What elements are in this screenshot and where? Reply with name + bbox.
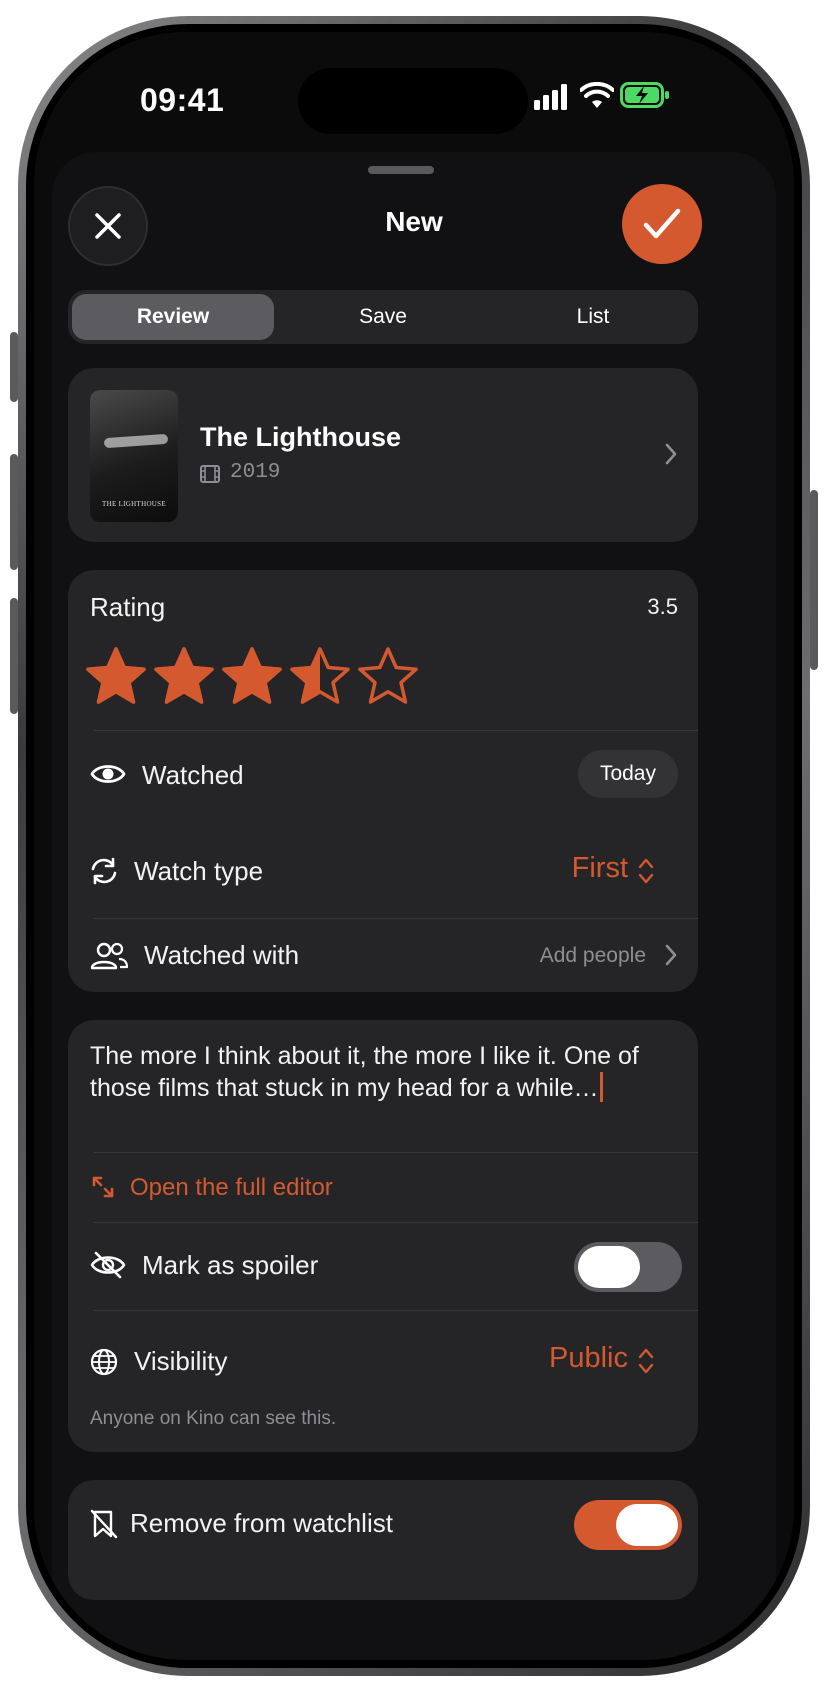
eye-slash-icon <box>90 1251 126 1279</box>
details-card: Rating 3.5 Watched Today Watch type Firs… <box>68 570 698 992</box>
tab-review[interactable]: Review <box>72 294 274 340</box>
star-rating[interactable] <box>84 644 444 708</box>
chevron-right-icon <box>665 944 677 966</box>
rewatch-icon <box>91 857 117 885</box>
chevron-up-down-icon <box>638 1348 654 1374</box>
film-icon <box>200 465 220 483</box>
review-card: The more I think about it, the more I li… <box>68 1020 698 1452</box>
star-3-icon[interactable] <box>220 646 284 706</box>
visibility-label: Visibility <box>134 1346 228 1376</box>
watchlist-label: Remove from watchlist <box>130 1508 393 1538</box>
star-5-icon[interactable] <box>356 646 420 706</box>
action-button <box>10 332 18 402</box>
film-card[interactable]: THE LIGHTHOUSE The Lighthouse 2019 <box>68 368 698 542</box>
people-icon <box>90 942 128 970</box>
spoiler-toggle[interactable] <box>574 1242 682 1292</box>
visibility-value[interactable]: Public <box>549 1342 628 1375</box>
star-2-icon[interactable] <box>152 646 216 706</box>
checkmark-icon <box>643 208 681 239</box>
watchlist-card: Remove from watchlist <box>68 1480 698 1600</box>
dynamic-island <box>298 68 528 134</box>
spoiler-label: Mark as spoiler <box>142 1250 319 1280</box>
chevron-up-down-icon <box>638 858 654 884</box>
watched-row[interactable]: Watched Today <box>68 730 698 822</box>
battery-charging-icon <box>620 82 669 108</box>
globe-icon <box>90 1348 118 1376</box>
watch-type-value[interactable]: First <box>572 852 628 885</box>
text-cursor <box>599 1072 603 1102</box>
mode-segmented-control: Review Save List <box>68 290 698 344</box>
toggle-knob <box>616 1504 678 1546</box>
film-year: 2019 <box>230 461 281 484</box>
bookmark-slash-icon <box>90 1509 118 1539</box>
status-time: 09:41 <box>140 82 225 118</box>
review-text: The more I think about it, the more I li… <box>90 1042 639 1102</box>
confirm-button[interactable] <box>622 184 702 264</box>
cellular-signal-icon <box>534 84 567 110</box>
tab-list[interactable]: List <box>492 294 694 340</box>
watch-type-row[interactable]: Watch type First <box>68 822 698 918</box>
volume-up-button <box>10 454 18 570</box>
rating-label: Rating <box>90 592 166 622</box>
tab-save[interactable]: Save <box>282 294 484 340</box>
spoiler-row: Mark as spoiler <box>68 1222 698 1310</box>
chevron-right-icon <box>665 443 677 465</box>
toggle-knob <box>578 1246 640 1288</box>
open-full-editor-label: Open the full editor <box>130 1174 333 1201</box>
film-title: The Lighthouse <box>200 422 401 452</box>
review-text-area[interactable]: The more I think about it, the more I li… <box>90 1040 680 1104</box>
add-people-link[interactable]: Add people <box>540 944 646 968</box>
eye-icon <box>90 765 126 783</box>
watchlist-toggle[interactable] <box>574 1500 682 1550</box>
poster-title: THE LIGHTHOUSE <box>102 500 166 508</box>
new-entry-sheet: New Review Save List THE LIGHTHOUSE The … <box>52 152 776 1660</box>
rating-value: 3.5 <box>647 594 678 619</box>
watch-type-label: Watch type <box>134 856 264 886</box>
wifi-icon <box>580 82 614 108</box>
power-button <box>810 490 818 670</box>
star-4-icon[interactable] <box>288 646 352 706</box>
film-poster: THE LIGHTHOUSE <box>90 390 178 522</box>
watched-label: Watched <box>142 760 244 790</box>
visibility-row[interactable]: Visibility Public Anyone on Kino can see… <box>68 1310 698 1452</box>
sheet-grabber[interactable] <box>368 166 434 174</box>
watched-with-label: Watched with <box>144 940 300 970</box>
visibility-note: Anyone on Kino can see this. <box>90 1408 337 1429</box>
poster-light-beam <box>103 433 169 449</box>
screen: 09:41 New Review Save List THE LIGHTHOUS… <box>34 32 794 1660</box>
star-1-icon[interactable] <box>84 646 148 706</box>
watched-date-button[interactable]: Today <box>577 750 678 798</box>
expand-icon <box>92 1176 114 1198</box>
volume-down-button <box>10 598 18 714</box>
watched-with-row[interactable]: Watched with Add people <box>68 918 698 992</box>
open-full-editor-button[interactable]: Open the full editor <box>68 1152 698 1222</box>
